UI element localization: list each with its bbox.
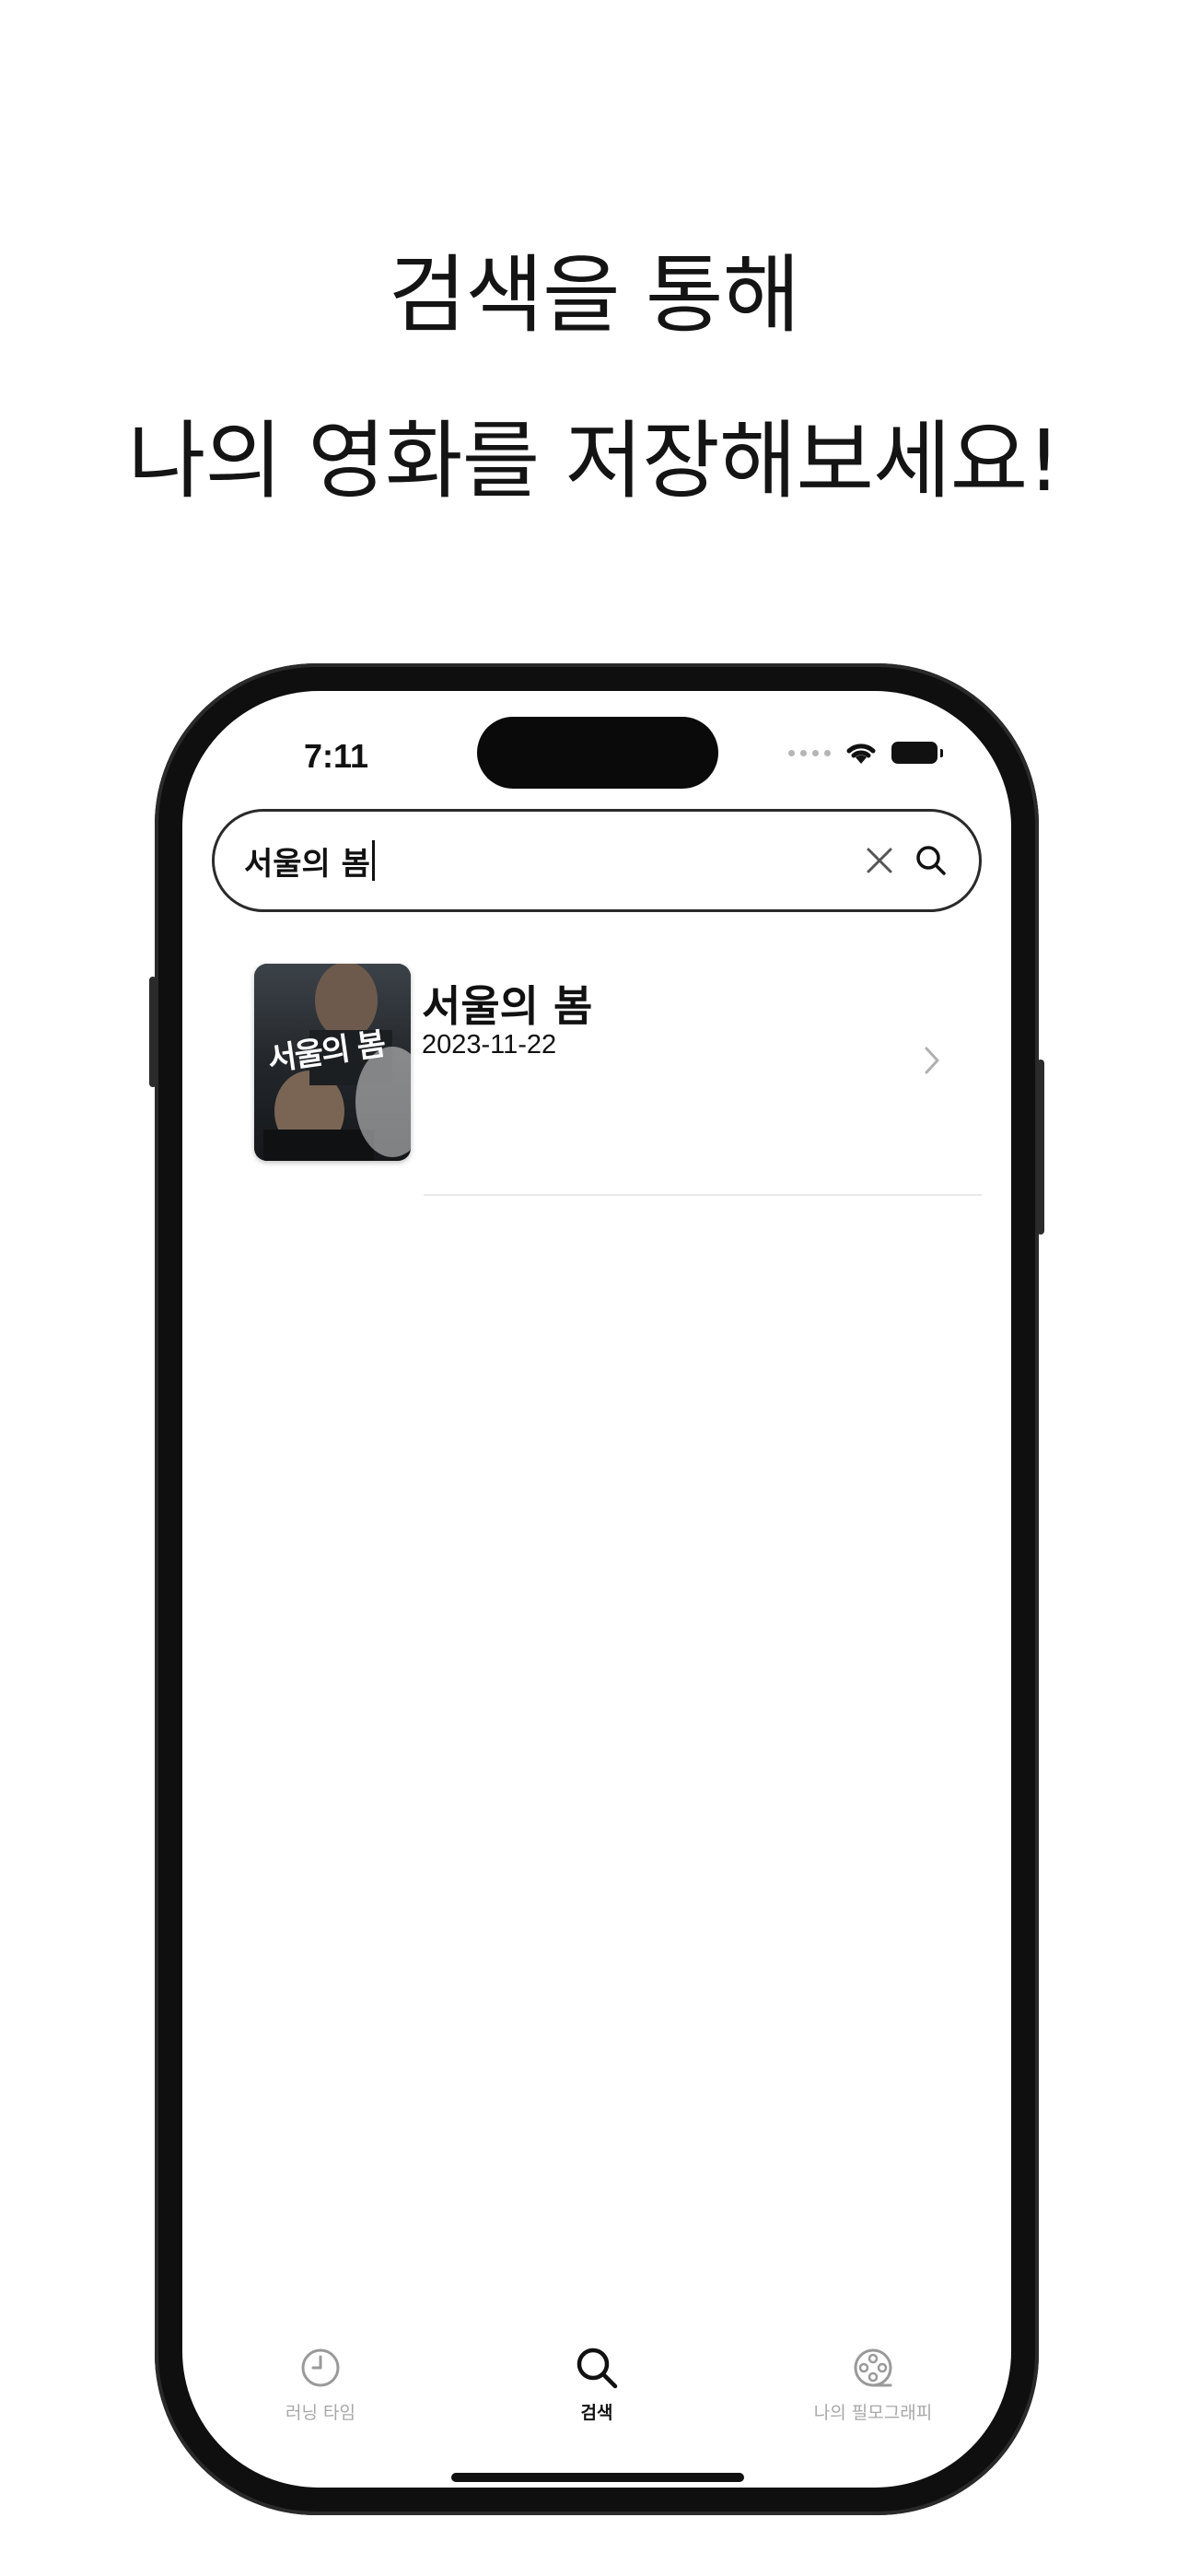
search-query: 서울의 봄 — [244, 845, 370, 883]
search-input[interactable]: 서울의 봄 — [244, 838, 850, 884]
tab-label: 러닝 타임 — [285, 2403, 355, 2423]
movie-title: 서울의 봄 — [422, 981, 593, 1031]
tab-my-filmography[interactable]: 나의 필모그래피 — [781, 2340, 965, 2424]
phone-volume-button — [149, 977, 157, 1087]
headline-line-1: 검색을 통해 — [388, 246, 800, 345]
chevron-right-icon — [925, 1047, 939, 1074]
home-indicator[interactable] — [451, 2473, 744, 2482]
phone-screen: 7:11 서울의 봄 서울의 봄 서울의 봄 2023-11-22 러닝 타임 … — [182, 691, 1011, 2488]
tab-label: 나의 필모그래피 — [813, 2403, 933, 2423]
dynamic-island — [477, 717, 718, 789]
search-submit-button[interactable] — [909, 838, 953, 883]
status-indicators — [788, 739, 943, 767]
cellular-signal-icon — [788, 749, 831, 756]
tab-bar: 러닝 타임 검색 나의 필모그래피 — [182, 2340, 1011, 2441]
movie-poster: 서울의 봄 — [254, 964, 411, 1161]
wifi-icon — [846, 744, 876, 764]
tab-search[interactable]: 검색 — [505, 2340, 689, 2424]
search-icon — [577, 2348, 618, 2389]
tab-running-time[interactable]: 러닝 타임 — [228, 2340, 413, 2424]
battery-icon — [891, 742, 943, 764]
search-bar[interactable]: 서울의 봄 — [212, 809, 982, 912]
clear-button[interactable] — [857, 838, 902, 883]
magnifier-icon — [916, 846, 946, 875]
headline-line-2: 나의 영화를 저장해보세요! — [127, 412, 1061, 510]
movie-result-row[interactable]: 서울의 봄 서울의 봄 2023-11-22 — [254, 964, 982, 1176]
film-reel-icon — [854, 2348, 892, 2387]
close-icon — [867, 848, 892, 873]
phone-side-button — [1037, 1060, 1044, 1235]
status-time: 7:11 — [304, 737, 369, 775]
movie-release-date: 2023-11-22 — [422, 1030, 557, 1060]
clock-icon — [301, 2348, 340, 2387]
tab-label: 검색 — [580, 2403, 613, 2423]
app-store-screenshot: 검색을 통해 나의 영화를 저장해보세요! 7:11 서울의 봄 서울의 봄 서… — [0, 0, 1188, 2576]
text-caret — [371, 840, 375, 881]
row-divider — [424, 1194, 982, 1196]
